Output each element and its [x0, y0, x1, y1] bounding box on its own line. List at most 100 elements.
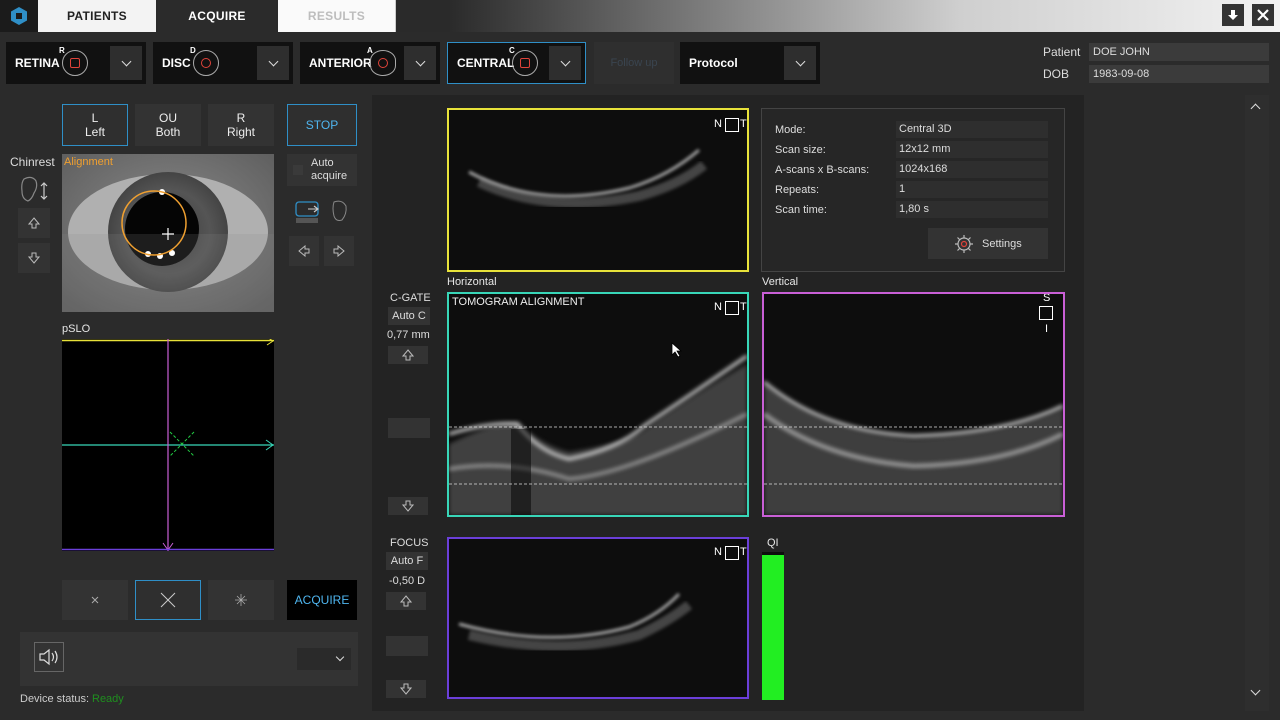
volume-dropdown[interactable]: [297, 648, 351, 670]
info-mode-value: Central 3D: [896, 121, 1048, 138]
alignment-camera-view: Alignment: [62, 154, 274, 312]
auto-acquire-toggle[interactable]: Auto acquire: [287, 154, 357, 186]
focus-down-button[interactable]: [386, 680, 426, 698]
tab-results[interactable]: RESULTS: [278, 0, 396, 32]
nasal-marker: N: [714, 546, 722, 558]
followup-button[interactable]: Follow up: [594, 42, 674, 84]
mode-label: DISC: [162, 56, 191, 70]
settings-button[interactable]: Settings: [928, 228, 1048, 259]
superior-marker: S: [1043, 292, 1051, 304]
large-cross-icon: [160, 592, 176, 608]
mode-retina-dropdown[interactable]: [110, 46, 142, 80]
auto-acquire-checkbox[interactable]: [293, 165, 303, 175]
eye-right-label: Right: [226, 125, 255, 139]
info-scan-time-label: Scan time:: [775, 204, 827, 216]
eye-left-button[interactable]: L Left: [62, 104, 128, 146]
patient-name-field: DOE JOHN: [1089, 43, 1269, 61]
minimize-button[interactable]: [1222, 4, 1244, 26]
orientation-arrow-icon: [1039, 306, 1053, 320]
oct-scan-top[interactable]: N T: [447, 108, 749, 272]
focus-slider-handle[interactable]: [386, 636, 428, 656]
info-scan-size-label: Scan size:: [775, 144, 826, 156]
cgate-down-button[interactable]: [388, 497, 428, 515]
move-left-button[interactable]: [289, 236, 319, 266]
arrow-up-icon: [400, 595, 412, 607]
info-scan-size-value: 12x12 mm: [896, 141, 1048, 158]
eye-left-label: Left: [84, 125, 105, 139]
star-target-icon: [235, 594, 247, 606]
mode-label: RETINA: [15, 56, 60, 70]
eye-left-code: L: [91, 111, 99, 125]
eye-both-code: OU: [159, 111, 177, 125]
protocol-selector[interactable]: Protocol: [680, 42, 820, 84]
fixation-off-button[interactable]: [62, 580, 128, 620]
info-scan-time-value: 1,80 s: [896, 201, 1048, 218]
temporal-marker: T: [740, 301, 747, 313]
small-cross-icon: [91, 596, 99, 604]
pslo-view[interactable]: [62, 336, 274, 551]
orientation-arrow-icon: [725, 301, 739, 315]
move-right-button[interactable]: [324, 236, 354, 266]
mode-retina[interactable]: RETINA R: [6, 42, 146, 84]
acquire-button[interactable]: ACQUIRE: [287, 580, 357, 620]
audio-panel: [20, 632, 358, 686]
chinrest-down-button[interactable]: [18, 243, 50, 273]
tab-patients[interactable]: PATIENTS: [38, 0, 156, 32]
mode-central[interactable]: CENTRAL C: [447, 42, 586, 84]
pslo-label: pSLO: [62, 323, 91, 335]
protocol-dropdown[interactable]: [784, 46, 816, 80]
nasal-marker: N: [714, 118, 722, 130]
mode-anterior-dropdown[interactable]: [404, 46, 436, 80]
inferior-marker: I: [1045, 323, 1049, 335]
oct-scan-horizontal[interactable]: TOMOGRAM ALIGNMENT N T: [447, 292, 749, 517]
info-ascans-label: A-scans x B-scans:: [775, 164, 870, 176]
device-status-value: Ready: [92, 693, 124, 705]
chevron-down-icon: [121, 56, 131, 66]
arrow-right-icon: [333, 245, 345, 257]
chinrest-head-icon: [18, 175, 50, 205]
temporal-marker: T: [740, 546, 747, 558]
speaker-icon: [39, 648, 58, 666]
top-bar: PATIENTS ACQUIRE RESULTS: [0, 0, 1280, 32]
patient-label: Patient: [1043, 45, 1081, 59]
arrow-up-icon: [402, 349, 414, 361]
mode-label: CENTRAL: [457, 56, 515, 70]
focus-label: FOCUS: [390, 537, 429, 549]
anterior-eye-icon: A: [367, 46, 396, 76]
scroll-up-icon[interactable]: [1250, 101, 1261, 114]
vertical-label: Vertical: [762, 276, 799, 288]
protocol-label: Protocol: [689, 56, 738, 70]
tab-acquire[interactable]: ACQUIRE: [158, 0, 276, 32]
arrow-left-icon: [298, 245, 310, 257]
eye-both-label: Both: [155, 125, 181, 139]
focus-auto-button[interactable]: Auto F: [386, 552, 428, 570]
eye-both-button[interactable]: OU Both: [135, 104, 201, 146]
stop-button[interactable]: STOP: [287, 104, 357, 146]
speaker-button[interactable]: [34, 642, 64, 672]
chinrest-up-button[interactable]: [18, 208, 50, 238]
horizontal-label: Horizontal: [447, 276, 497, 288]
mode-central-dropdown[interactable]: [549, 46, 581, 80]
cgate-slider-handle[interactable]: [388, 418, 430, 438]
mode-disc[interactable]: DISC D: [153, 42, 293, 84]
fixation-cross-button[interactable]: [135, 580, 201, 620]
cgate-up-button[interactable]: [388, 346, 428, 364]
right-scrollbar[interactable]: [1245, 95, 1269, 711]
fixation-star-button[interactable]: [208, 580, 274, 620]
mode-disc-dropdown[interactable]: [257, 46, 289, 80]
focus-value: -0,50 D: [389, 575, 426, 587]
close-button[interactable]: [1252, 4, 1274, 26]
qi-label: QI: [767, 537, 779, 549]
auto-acquire-label: Auto acquire: [311, 157, 348, 182]
chevron-down-icon: [560, 56, 570, 66]
scroll-down-icon[interactable]: [1250, 685, 1261, 696]
oct-scan-bottom[interactable]: N T: [447, 537, 749, 699]
mode-anterior[interactable]: ANTERIOR A: [300, 42, 440, 84]
tomogram-alignment-label: TOMOGRAM ALIGNMENT: [452, 296, 585, 308]
qi-bar: [762, 552, 784, 700]
oct-scan-vertical[interactable]: S I: [762, 292, 1065, 517]
eye-right-button[interactable]: R Right: [208, 104, 274, 146]
oct-bscan-image: [458, 592, 693, 651]
cgate-auto-button[interactable]: Auto C: [388, 307, 430, 325]
focus-up-button[interactable]: [386, 592, 426, 610]
